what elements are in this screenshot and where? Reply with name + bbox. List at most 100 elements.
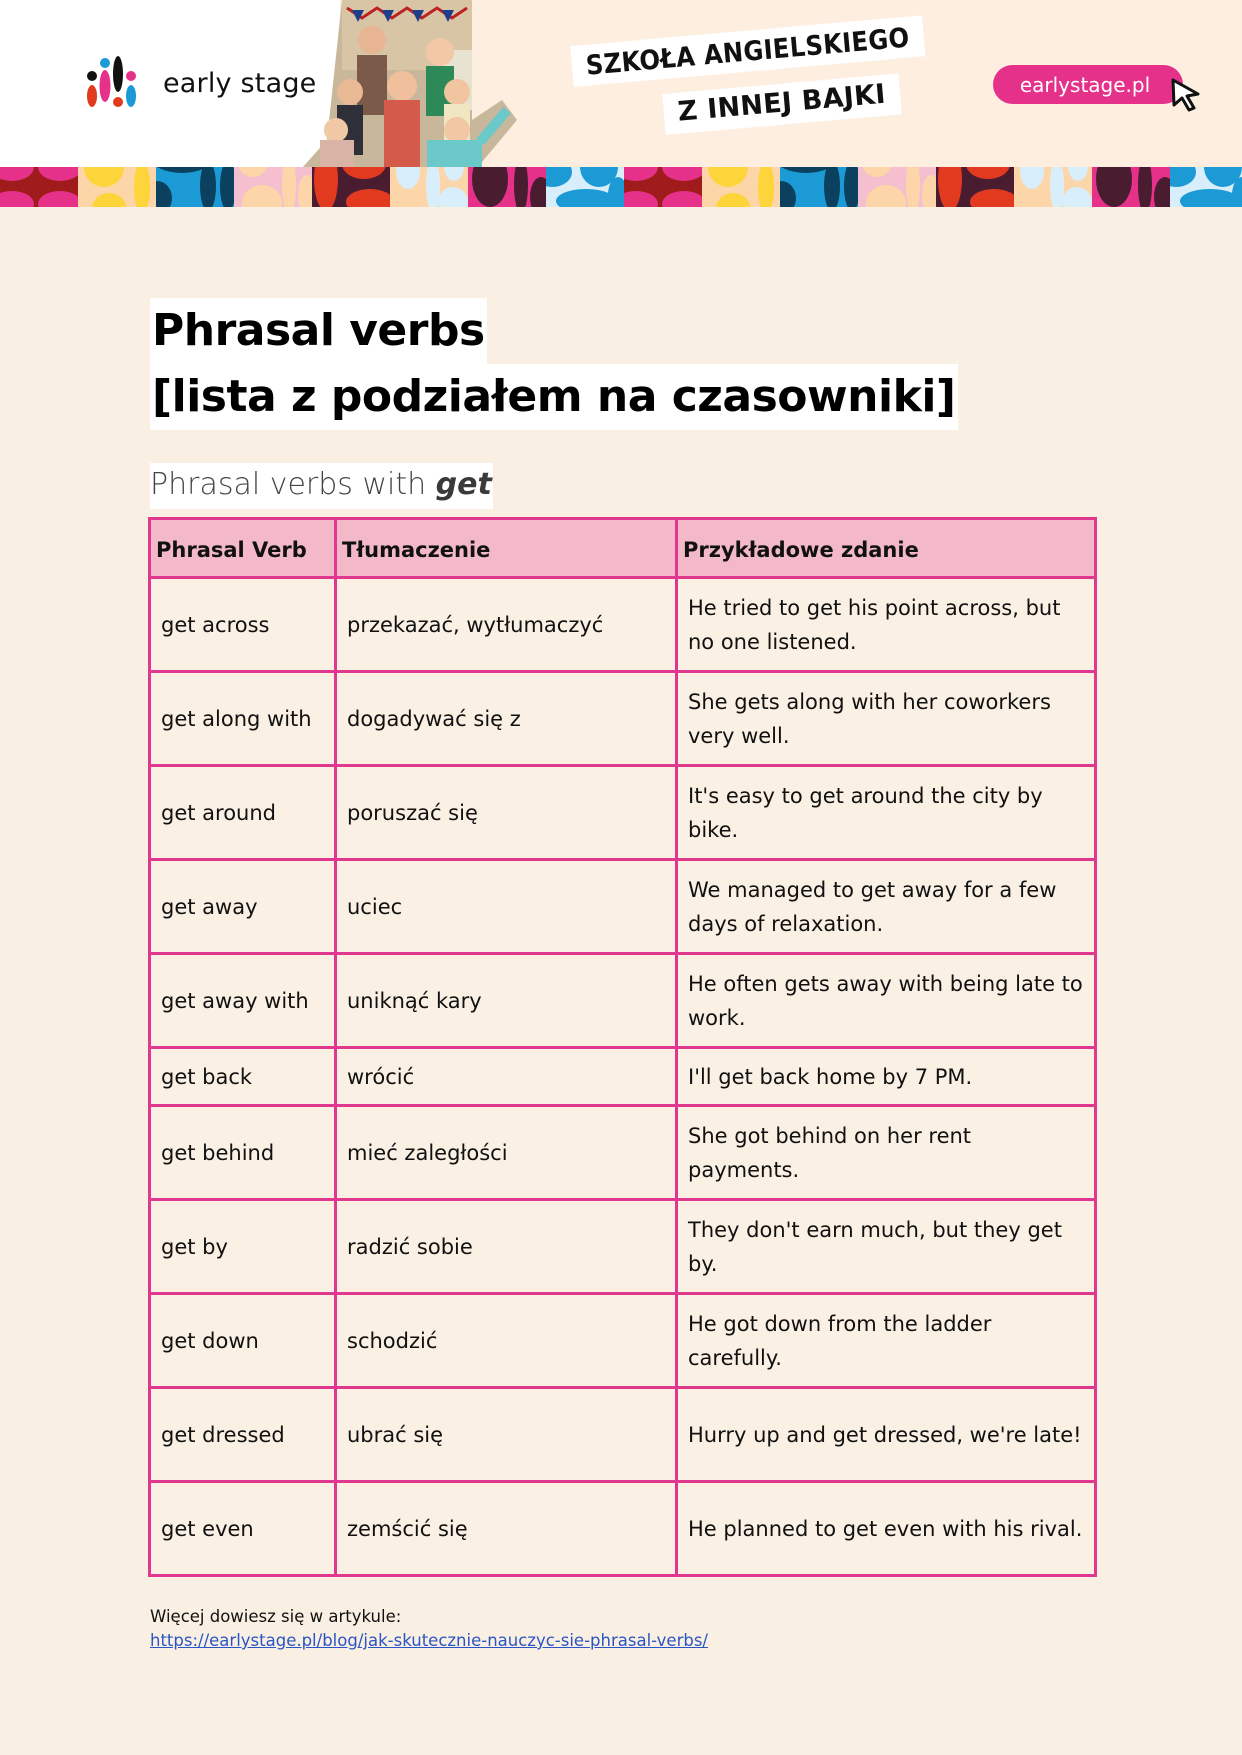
pattern-blob — [966, 167, 1010, 179]
cell-example: They don't earn much, but they get by. — [675, 1198, 1097, 1295]
pattern-blob — [314, 167, 338, 207]
table-row: get away with uniknąć kary He often gets… — [148, 952, 1097, 1049]
pattern-tile — [936, 167, 1014, 207]
pattern-tile — [546, 167, 624, 207]
cell-verb: get along with — [148, 670, 337, 767]
early-stage-logo-icon — [87, 56, 136, 107]
cell-verb: get even — [148, 1480, 337, 1577]
pattern-blob — [242, 185, 282, 207]
section-subtitle: Phrasal verbs with get — [150, 463, 493, 509]
cell-verb: get across — [148, 576, 337, 673]
pattern-blob — [282, 167, 296, 207]
slogan-line-2: Z INNEJ BAJKI — [662, 73, 902, 135]
cell-verb: get back — [148, 1046, 337, 1107]
brand-name: early stage — [163, 68, 317, 99]
pattern-blob — [780, 181, 796, 207]
pattern-blob — [1138, 167, 1152, 207]
cell-example: We managed to get away for a few days of… — [675, 858, 1097, 955]
cell-translation: radzić sobie — [334, 1198, 678, 1295]
pattern-tile — [624, 167, 702, 207]
subtitle-prefix: Phrasal verbs with — [150, 467, 436, 502]
page-title: Phrasal verbs [lista z podziałem na czas… — [150, 298, 958, 430]
pattern-blob — [238, 167, 268, 177]
decorative-pattern-strip — [0, 167, 1242, 207]
cell-example: She got behind on her rent payments. — [675, 1104, 1097, 1201]
table-header-row: Phrasal Verb Tłumaczenie Przykładowe zda… — [148, 517, 1097, 579]
slogan: SZKOŁA ANGIELSKIEGO Z INNEJ BAJKI — [570, 15, 964, 139]
pattern-tile — [702, 167, 780, 207]
cell-translation: mieć zaległości — [334, 1104, 678, 1201]
cell-example: It's easy to get around the city by bike… — [675, 764, 1097, 861]
pattern-blob — [84, 167, 124, 187]
column-header-phrasal-verb: Phrasal Verb — [148, 517, 337, 579]
table-row: get back wrócić I'll get back home by 7 … — [148, 1046, 1097, 1107]
pattern-tile — [312, 167, 390, 207]
pattern-blob — [922, 175, 936, 207]
pattern-tile — [156, 167, 234, 207]
pattern-blob — [824, 167, 840, 207]
cell-example: He got down from the ladder carefully. — [675, 1292, 1097, 1389]
pattern-blob — [530, 177, 546, 207]
cell-translation: schodzić — [334, 1292, 678, 1389]
pattern-blob — [866, 185, 906, 207]
pattern-blob — [970, 189, 1014, 207]
cell-translation: przekazać, wytłumaczyć — [334, 576, 678, 673]
pattern-blob — [514, 167, 528, 207]
pattern-blob — [0, 191, 34, 207]
pattern-tile — [858, 167, 936, 207]
pattern-blob — [938, 167, 962, 207]
pattern-blob — [1154, 177, 1170, 207]
pattern-blob — [342, 167, 386, 179]
table-row: get by radzić sobie They don't earn much… — [148, 1198, 1097, 1295]
pattern-tile — [234, 167, 312, 207]
pattern-blob — [1096, 167, 1132, 207]
pattern-blob — [38, 191, 78, 207]
article-link[interactable]: https://earlystage.pl/blog/jak-skuteczni… — [150, 1631, 708, 1650]
pattern-tile — [1092, 167, 1170, 207]
pattern-blob — [556, 189, 616, 207]
cell-example: I'll get back home by 7 PM. — [675, 1046, 1097, 1107]
phrasal-verbs-table: Phrasal Verb Tłumaczenie Przykładowe zda… — [148, 517, 1097, 1577]
cell-example: Hurry up and get dressed, we're late! — [675, 1386, 1097, 1483]
pattern-blob — [298, 175, 312, 207]
cell-translation: wrócić — [334, 1046, 678, 1107]
cell-verb: get by — [148, 1198, 337, 1295]
cell-translation: poruszać się — [334, 764, 678, 861]
table-row: get along with dogadywać się z She gets … — [148, 670, 1097, 767]
cell-translation: ubrać się — [334, 1386, 678, 1483]
cell-verb: get around — [148, 764, 337, 861]
cell-translation: uciec — [334, 858, 678, 955]
cell-example: She gets along with her coworkers very w… — [675, 670, 1097, 767]
table-row: get around poruszać się It's easy to get… — [148, 764, 1097, 861]
pattern-blob — [708, 167, 748, 187]
pattern-blob — [438, 187, 468, 207]
pattern-tile — [0, 167, 78, 207]
pattern-tile — [780, 167, 858, 207]
cell-translation: dogadywać się z — [334, 670, 678, 767]
pattern-blob — [624, 191, 658, 207]
page-title-line-1: Phrasal verbs — [150, 298, 487, 364]
header-banner: early stage SZKOŁA ANGIELSKIEGO Z INNEJ … — [0, 0, 1242, 168]
cell-translation: zemścić się — [334, 1480, 678, 1577]
pattern-blob — [1180, 189, 1240, 207]
website-button[interactable]: earlystage.pl — [993, 65, 1183, 104]
pattern-tile — [390, 167, 468, 207]
cell-verb: get behind — [148, 1104, 337, 1201]
table-row: get away uciec We managed to get away fo… — [148, 858, 1097, 955]
pattern-blob — [472, 167, 508, 207]
pattern-tile — [1014, 167, 1092, 207]
cell-translation: uniknąć kary — [334, 952, 678, 1049]
pattern-blob — [906, 167, 920, 207]
subtitle-emphasis: get — [435, 467, 492, 502]
table-row: get behind mieć zaległości She got behin… — [148, 1104, 1097, 1201]
pattern-blob — [1170, 167, 1196, 187]
pattern-blob — [844, 167, 858, 207]
pattern-blob — [862, 167, 892, 177]
pattern-blob — [1062, 187, 1092, 207]
column-header-translation: Tłumaczenie — [334, 517, 678, 579]
pattern-blob — [716, 193, 750, 207]
table-row: get down schodzić He got down from the l… — [148, 1292, 1097, 1389]
column-header-example: Przykładowe zdanie — [675, 517, 1097, 579]
table-row: get even zemścić się He planned to get e… — [148, 1480, 1097, 1577]
table-row: get across przekazać, wytłumaczyć He tri… — [148, 576, 1097, 673]
